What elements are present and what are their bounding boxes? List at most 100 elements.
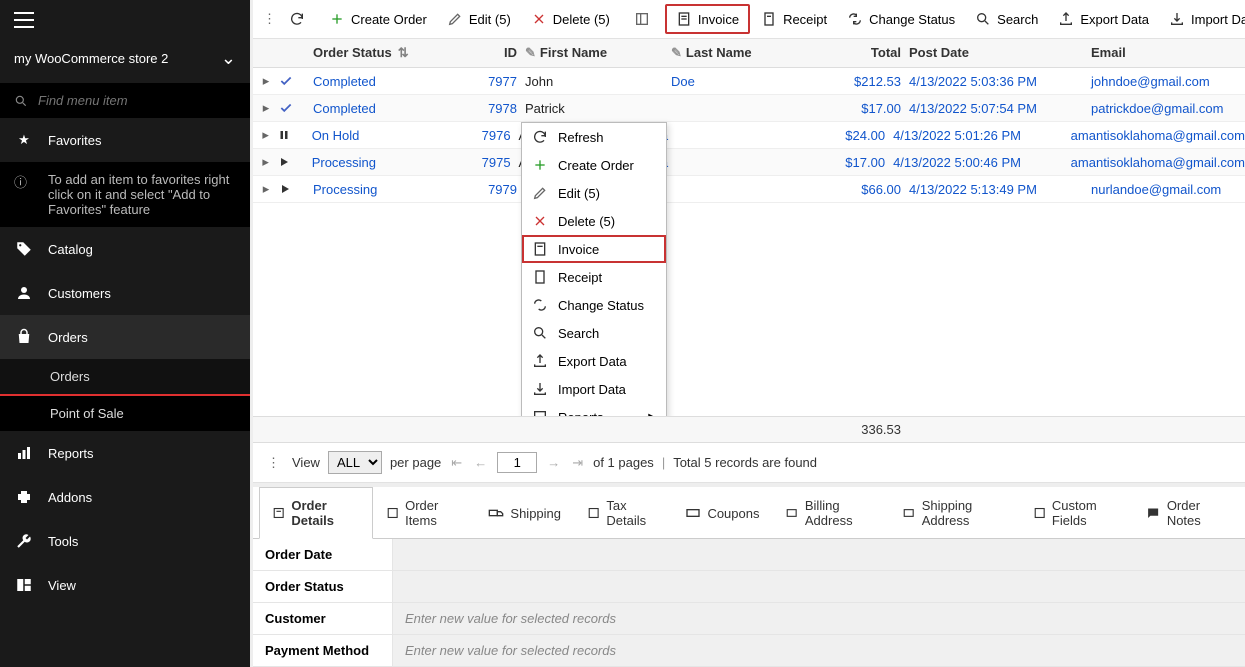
tab-billing-address[interactable]: Billing Address <box>772 487 889 538</box>
tab-custom-fields[interactable]: Custom Fields <box>1020 487 1135 538</box>
sidebar-search[interactable] <box>0 83 250 118</box>
expand-icon[interactable]: ▸ <box>253 127 278 143</box>
ctx-export[interactable]: Export Data <box>522 347 666 375</box>
email-cell: amantisoklahoma@gmail.com <box>1063 128 1245 143</box>
edit-button[interactable]: Edit (5) <box>438 4 520 34</box>
sidebar-sub-orders[interactable]: Orders <box>0 359 250 396</box>
detail-row-order-status: Order Status <box>253 571 1245 603</box>
sidebar-search-input[interactable] <box>38 93 236 108</box>
status-icon <box>278 129 303 141</box>
first-page-button[interactable]: ⇤ <box>449 455 464 471</box>
last-name-cell: Doe <box>671 74 837 89</box>
page-number-input[interactable] <box>497 452 537 473</box>
page-size-select[interactable]: ALL <box>328 451 382 474</box>
col-order-status[interactable]: Order Status⇅ <box>305 45 473 61</box>
col-first-name[interactable]: ✎First Name <box>525 45 671 61</box>
main-area: ⋮ Create Order Edit (5) Delete (5) Invoi… <box>253 0 1245 667</box>
ctx-import[interactable]: Import Data <box>522 375 666 403</box>
sidebar-item-catalog[interactable]: Catalog <box>0 227 250 271</box>
last-page-button[interactable]: ⇥ <box>570 455 585 471</box>
menu-toggle-icon[interactable] <box>14 12 34 28</box>
last-name-cell: a <box>661 128 823 143</box>
create-order-button[interactable]: Create Order <box>320 4 436 34</box>
first-name-cell: Patrick <box>525 101 671 116</box>
ctx-search[interactable]: Search <box>522 319 666 347</box>
tab-shipping[interactable]: Shipping <box>475 487 574 538</box>
col-email[interactable]: Email <box>1083 45 1245 61</box>
grid-header: Order Status⇅ ID ✎First Name ✎Last Name … <box>253 39 1245 68</box>
table-row[interactable]: ▸Processing7975Amanta$17.004/13/2022 5:0… <box>253 149 1245 176</box>
search-button[interactable]: Search <box>966 4 1047 34</box>
status-cell: Completed <box>313 74 376 89</box>
ctx-invoice[interactable]: Invoice <box>522 235 666 263</box>
sidebar-item-customers[interactable]: Customers <box>0 271 250 315</box>
import-button[interactable]: Import Data <box>1160 4 1245 34</box>
refresh-button[interactable] <box>282 4 312 34</box>
status-cell: Completed <box>313 101 376 116</box>
sidebar-item-tools[interactable]: Tools <box>0 519 250 563</box>
receipt-button[interactable]: Receipt <box>752 4 836 34</box>
wrench-icon <box>14 531 34 551</box>
tab-coupons[interactable]: Coupons <box>672 487 772 538</box>
prev-page-button[interactable]: ← <box>472 455 489 470</box>
table-row[interactable]: ▸Processing7979Nurlan$66.004/13/2022 5:1… <box>253 176 1245 203</box>
pencil-icon: ✎ <box>671 45 682 60</box>
favorites-hint: ⓘ To add an item to favorites right clic… <box>0 162 250 227</box>
ctx-refresh[interactable]: Refresh <box>522 123 666 151</box>
columns-button[interactable] <box>627 4 657 34</box>
chart-icon <box>14 443 34 463</box>
next-page-button[interactable]: → <box>545 455 562 470</box>
store-name-label: my WooCommerce store 2 <box>14 51 168 66</box>
detail-row-customer: CustomerEnter new value for selected rec… <box>253 603 1245 635</box>
toolbar-overflow-icon[interactable]: ⋮ <box>259 11 280 27</box>
sidebar-item-view[interactable]: View <box>0 563 250 607</box>
sidebar-sub-pos[interactable]: Point of Sale <box>0 396 250 431</box>
expand-icon[interactable]: ▸ <box>253 154 278 170</box>
context-menu: Refresh Create Order Edit (5) Delete (5)… <box>521 122 667 416</box>
toolbar: ⋮ Create Order Edit (5) Delete (5) Invoi… <box>253 0 1245 39</box>
expand-icon[interactable]: ▸ <box>253 181 279 197</box>
sidebar-item-favorites[interactable]: ★ Favorites <box>0 118 250 162</box>
tab-order-notes[interactable]: Order Notes <box>1134 487 1239 538</box>
date-cell: 4/13/2022 5:13:49 PM <box>901 182 1083 197</box>
table-row[interactable]: ▸On Hold7976Amanta$24.004/13/2022 5:01:2… <box>253 122 1245 149</box>
table-row[interactable]: ▸Completed7978Patrick$17.004/13/2022 5:0… <box>253 95 1245 122</box>
id-cell: 7975 <box>468 155 519 170</box>
detail-row-payment-method: Payment MethodEnter new value for select… <box>253 635 1245 667</box>
store-selector[interactable]: my WooCommerce store 2 ⌄ <box>0 40 250 83</box>
col-last-name[interactable]: ✎Last Name <box>671 45 837 61</box>
status-icon <box>279 101 305 115</box>
sidebar-item-addons[interactable]: Addons <box>0 475 250 519</box>
table-row[interactable]: ▸Completed7977JohnDoe$212.534/13/2022 5:… <box>253 68 1245 95</box>
tab-order-details[interactable]: Order Details <box>259 487 373 539</box>
change-status-button[interactable]: Change Status <box>838 4 964 34</box>
date-cell: 4/13/2022 5:03:36 PM <box>901 74 1083 89</box>
ctx-receipt[interactable]: Receipt <box>522 263 666 291</box>
tab-order-items[interactable]: Order Items <box>373 487 476 538</box>
export-button[interactable]: Export Data <box>1049 4 1158 34</box>
delete-button[interactable]: Delete (5) <box>522 4 619 34</box>
ctx-reports[interactable]: Reports▶ <box>522 403 666 416</box>
email-cell: nurlandoe@gmail.com <box>1083 182 1245 197</box>
record-count-label: Total 5 records are found <box>673 455 817 470</box>
ctx-delete[interactable]: Delete (5) <box>522 207 666 235</box>
ctx-edit[interactable]: Edit (5) <box>522 179 666 207</box>
col-id[interactable]: ID <box>473 45 525 61</box>
email-cell: amantisoklahoma@gmail.com <box>1063 155 1245 170</box>
sidebar-item-reports[interactable]: Reports <box>0 431 250 475</box>
tab-tax-details[interactable]: Tax Details <box>574 487 672 538</box>
email-cell: patrickdoe@gmail.com <box>1083 101 1245 116</box>
invoice-button[interactable]: Invoice <box>665 4 750 34</box>
col-post-date[interactable]: Post Date <box>901 45 1083 61</box>
ctx-change-status[interactable]: Change Status <box>522 291 666 319</box>
sidebar-item-orders[interactable]: Orders <box>0 315 250 359</box>
col-total[interactable]: Total <box>837 45 901 61</box>
status-cell: On Hold <box>312 128 360 143</box>
ctx-create-order[interactable]: Create Order <box>522 151 666 179</box>
expand-icon[interactable]: ▸ <box>253 100 279 116</box>
tab-shipping-address[interactable]: Shipping Address <box>889 487 1019 538</box>
expand-icon[interactable]: ▸ <box>253 73 279 89</box>
sort-icon: ⇅ <box>398 45 409 60</box>
info-icon: ⓘ <box>14 172 27 191</box>
pager-overflow-icon[interactable]: ⋮ <box>263 455 284 471</box>
